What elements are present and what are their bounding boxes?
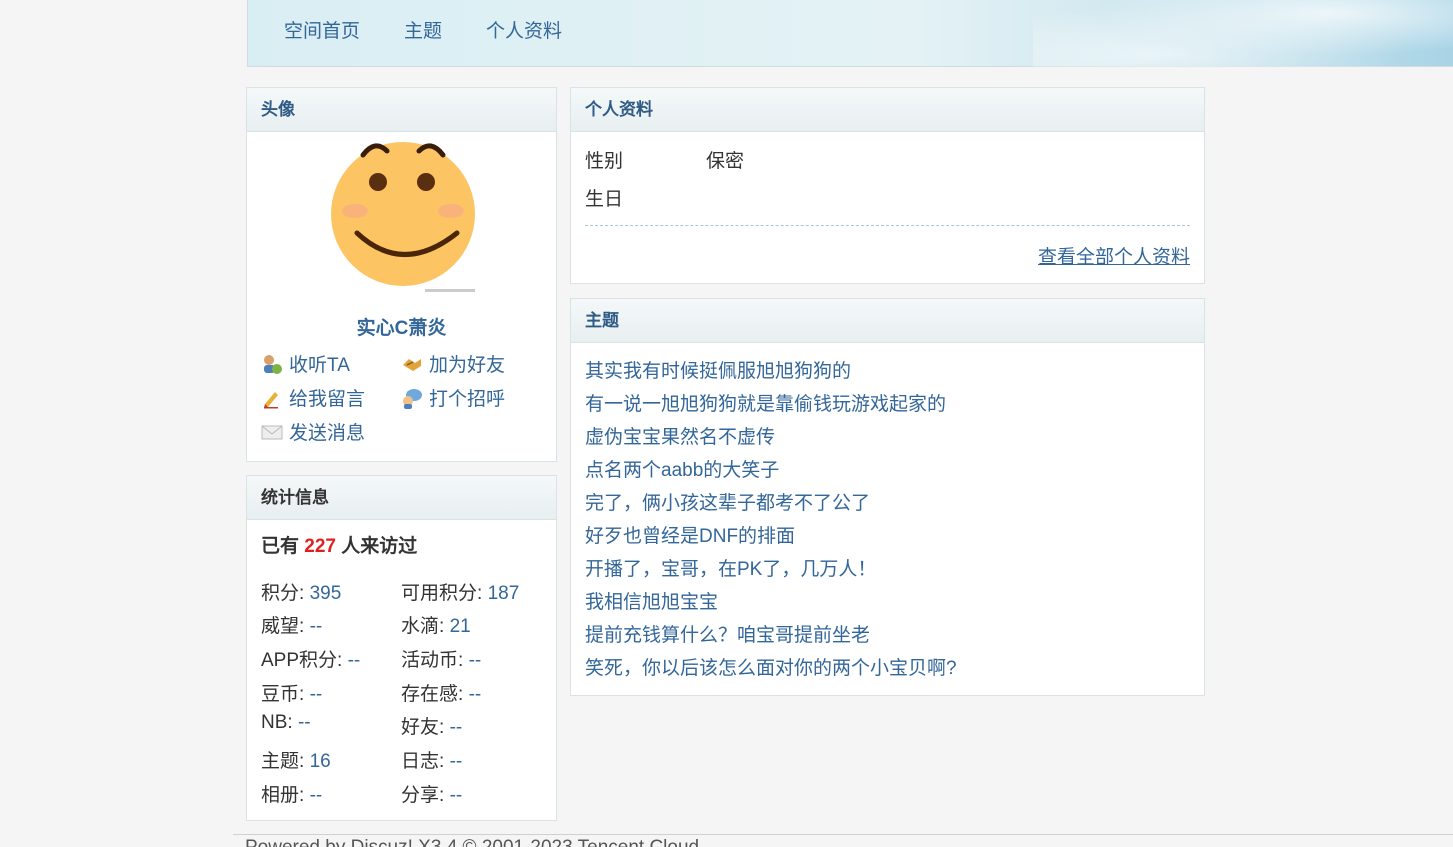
stat-item: APP积分: -- [261,645,360,672]
thread-list: 其实我有时候挺佩服旭旭狗狗的 有一说一旭旭狗狗就是靠偷钱玩游戏起家的 虚伪宝宝果… [585,355,957,685]
stat-label: 威望: [261,616,310,637]
stat-item: 日志: -- [401,746,462,773]
thread-link[interactable]: 完了，俩小孩这辈子都考不了公了 [585,487,957,520]
stat-value[interactable]: -- [348,650,361,671]
stat-item: 主题: 16 [261,746,331,773]
main-nav: 空间首页 主题 个人资料 [284,18,606,46]
header-background-decoration [1033,0,1453,67]
footer-text: Powered by Discuz! X3.4 © 2001-2023 Tenc… [245,838,1453,847]
footer-divider [233,834,1453,835]
visits-prefix: 已有 [261,536,300,557]
stat-item: 相册: -- [261,780,322,807]
gender-value: 保密 [706,151,745,172]
greet-button[interactable]: 打个招呼 [401,384,505,411]
add-friend-button[interactable]: 加为好友 [401,350,505,377]
stat-label: 主题: [261,751,310,772]
thread-link[interactable]: 好歹也曾经是DNF的排面 [585,520,957,553]
nav-item-profile[interactable]: 个人资料 [486,18,562,46]
profile-panel-title: 个人资料 [571,88,1204,132]
threads-panel: 主题 其实我有时候挺佩服旭旭狗狗的 有一说一旭旭狗狗就是靠偷钱玩游戏起家的 虚伪… [570,298,1205,696]
nav-item-space-home[interactable]: 空间首页 [284,18,360,46]
gender-label: 性别 [585,151,624,172]
stat-label: 活动币: [401,650,469,671]
stat-item: 豆币: -- [261,679,322,706]
thread-link[interactable]: 提前充钱算什么？咱宝哥提前坐老 [585,619,957,652]
stat-value[interactable]: -- [469,684,482,705]
stat-label: 存在感: [401,684,469,705]
thread-link[interactable]: 开播了，宝哥，在PK了，几万人！ [585,553,957,586]
stat-item: 存在感: -- [401,679,481,706]
profile-row-gender: 性别 保密 [585,146,744,173]
handshake-icon [401,353,423,375]
listen-icon [261,353,283,375]
username[interactable]: 实心C萧炎 [247,313,556,340]
stat-value[interactable]: -- [310,616,323,637]
stat-label: 积分: [261,583,310,604]
leave-message-label: 给我留言 [289,389,366,410]
stats-panel-title: 统计信息 [247,476,556,520]
greet-label: 打个招呼 [429,389,506,410]
stat-item: 活动币: -- [401,645,481,672]
stat-item: 水滴: 21 [401,611,471,638]
stats-panel: 统计信息 已有 227 人来访过 积分: 395 可用积分: 187 威望: -… [246,475,557,821]
profile-row-birthday: 生日 [585,184,706,211]
top-nav-bar: 空间首页 主题 个人资料 [247,0,1453,67]
thread-link[interactable]: 其实我有时候挺佩服旭旭狗狗的 [585,355,957,388]
avatar[interactable] [330,141,476,295]
send-message-button[interactable]: 发送消息 [261,418,365,445]
stat-item: 可用积分: 187 [401,578,519,605]
envelope-icon [261,421,283,443]
stat-label: 相册: [261,785,310,806]
stat-label: APP积分: [261,650,348,671]
leave-message-button[interactable]: 给我留言 [261,384,365,411]
stat-item: 积分: 395 [261,578,341,605]
stat-item: 威望: -- [261,611,322,638]
stat-label: NB: [261,712,298,733]
stat-value[interactable]: -- [450,717,463,738]
stat-item: 好友: -- [401,712,462,739]
stat-item: 分享: -- [401,780,462,807]
profile-divider [585,225,1190,226]
threads-panel-title: 主题 [571,299,1204,343]
nav-item-threads[interactable]: 主题 [404,18,442,46]
thread-link[interactable]: 笑死，你以后该怎么面对你的两个小宝贝啊? [585,652,957,685]
visits-number: 227 [304,536,336,557]
profile-panel: 个人资料 性别 保密 生日 查看全部个人资料 [570,87,1205,284]
smiley-face-icon [331,142,475,292]
visits-suffix: 人来访过 [341,536,418,557]
stat-value[interactable]: -- [310,684,323,705]
pencil-icon [261,387,283,409]
stat-value[interactable]: -- [298,712,311,733]
stat-label: 分享: [401,785,450,806]
avatar-panel: 头像 实心C萧炎 收听TA 加为好友 给我留言 打个招呼 发送消息 [246,87,557,462]
send-message-label: 发送消息 [289,423,366,444]
thread-link[interactable]: 虚伪宝宝果然名不虚传 [585,421,957,454]
stat-item: NB: -- [261,712,311,734]
stat-label: 水滴: [401,616,450,637]
stat-value[interactable]: -- [310,785,323,806]
stat-label: 日志: [401,751,450,772]
follow-button[interactable]: 收听TA [261,350,350,377]
stat-label: 好友: [401,717,450,738]
stat-value[interactable]: -- [469,650,482,671]
thread-link[interactable]: 我相信旭旭宝宝 [585,586,957,619]
birthday-label: 生日 [585,189,624,210]
stat-value[interactable]: -- [450,751,463,772]
greet-icon [401,387,423,409]
add-friend-label: 加为好友 [429,355,506,376]
visit-count: 已有 227 人来访过 [261,531,417,558]
stat-value[interactable]: 16 [310,751,331,772]
stat-value[interactable]: 395 [310,583,342,604]
thread-link[interactable]: 有一说一旭旭狗狗就是靠偷钱玩游戏起家的 [585,388,957,421]
stat-value[interactable]: 187 [488,583,520,604]
stat-label: 豆币: [261,684,310,705]
stat-value[interactable]: -- [450,785,463,806]
thread-link[interactable]: 点名两个aabb的大笑子 [585,454,957,487]
stat-value[interactable]: 21 [450,616,471,637]
follow-label: 收听TA [289,355,350,376]
avatar-panel-title: 头像 [247,88,556,132]
stat-label: 可用积分: [401,583,488,604]
view-all-profile-link[interactable]: 查看全部个人资料 [1038,242,1190,269]
